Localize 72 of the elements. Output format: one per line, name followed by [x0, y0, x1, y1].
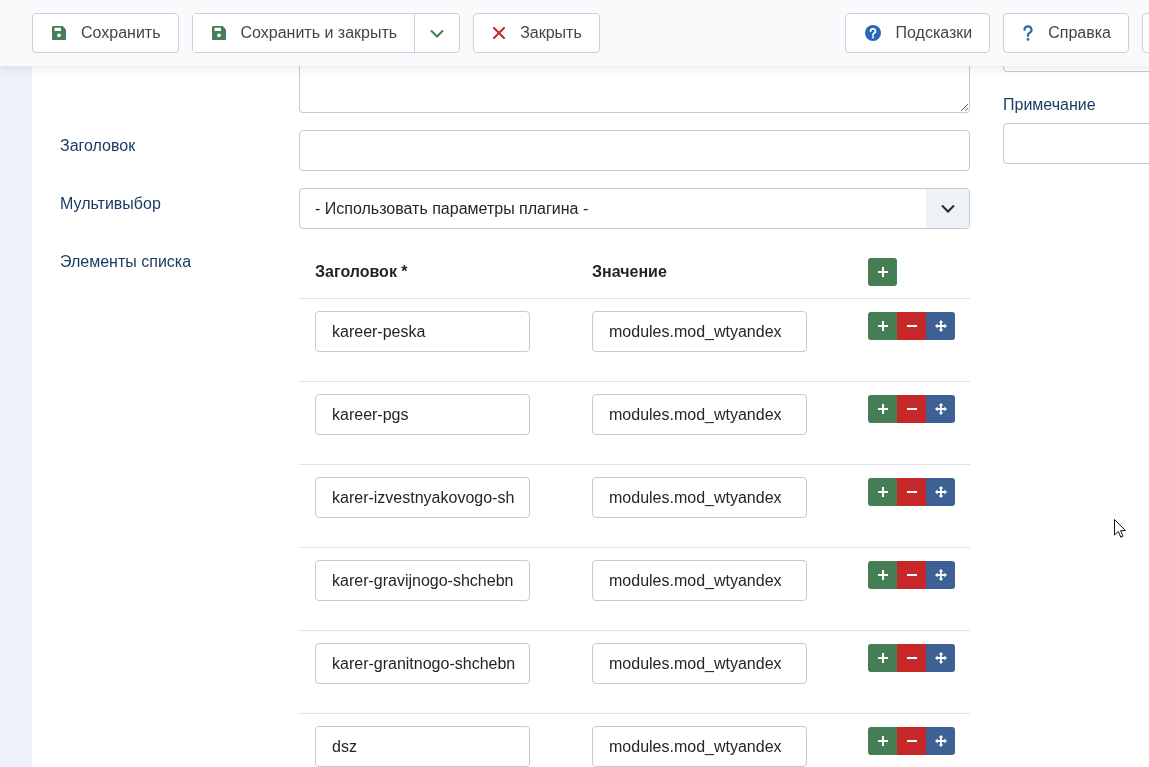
move-row-button[interactable] [926, 561, 955, 589]
toolbar-button[interactable]: Сохранить и закрыть [192, 14, 416, 52]
plus-icon [877, 267, 888, 277]
field-label: Элементы списка [60, 252, 192, 272]
plus-icon [877, 653, 888, 663]
value-input[interactable]: modules.mod_wtyandex [592, 726, 807, 767]
question-icon [1023, 25, 1034, 41]
plus-icon [877, 321, 888, 331]
minus-icon [906, 657, 917, 659]
plus-icon [877, 487, 888, 497]
textarea-field[interactable] [299, 66, 970, 113]
select-field[interactable]: - Использовать параметры плагина - [299, 188, 970, 229]
title-input[interactable]: karer-izvestnyakovogo-sh [315, 477, 530, 518]
move-icon [934, 320, 947, 332]
toolbar-button[interactable]: Сохранить [32, 13, 179, 53]
plus-icon [877, 404, 888, 414]
add-row-button[interactable] [868, 478, 897, 506]
title-input[interactable]: dsz [315, 726, 530, 767]
field-label: Примечание [1003, 95, 1096, 115]
add-row-button[interactable] [868, 727, 897, 755]
add-row-button[interactable] [868, 561, 897, 589]
title-input[interactable]: karer-gravijnogo-shchebn [315, 560, 530, 601]
column-header: Заголовок * [315, 263, 408, 280]
text-field[interactable] [299, 130, 970, 171]
toolbar-button[interactable]: Подсказки [844, 13, 991, 53]
minus-icon [906, 574, 917, 576]
move-row-button[interactable] [926, 644, 955, 672]
add-row-button[interactable] [868, 258, 897, 286]
minus-icon [906, 740, 917, 742]
remove-row-button[interactable] [897, 644, 926, 672]
help-circle-icon [864, 25, 881, 41]
minus-icon [906, 325, 917, 327]
toolbar-button[interactable]: Справка [1003, 13, 1129, 53]
field-label: Заголовок [60, 136, 136, 156]
plus-icon [877, 736, 888, 746]
minus-icon [906, 408, 917, 410]
move-icon [934, 652, 947, 664]
value-input[interactable]: modules.mod_wtyandex [592, 477, 807, 518]
value-input[interactable]: modules.mod_wtyandex [592, 643, 807, 684]
move-row-button[interactable] [926, 478, 955, 506]
move-icon [934, 735, 947, 747]
save-icon [211, 26, 226, 40]
chevron-down-icon [940, 204, 955, 213]
title-input[interactable]: karer-granitnogo-shchebn [315, 643, 530, 684]
minus-icon [906, 491, 917, 493]
title-input[interactable]: kareer-peska [315, 311, 530, 352]
remove-row-button[interactable] [897, 727, 926, 755]
remove-row-button[interactable] [897, 561, 926, 589]
column-header: Значение [592, 263, 667, 280]
value-input[interactable]: modules.mod_wtyandex [592, 560, 807, 601]
move-row-button[interactable] [926, 312, 955, 340]
field-label: Мультивыбор [60, 194, 161, 214]
add-row-button[interactable] [868, 312, 897, 340]
add-row-button[interactable] [868, 395, 897, 423]
move-icon [934, 486, 947, 498]
add-row-button[interactable] [868, 644, 897, 672]
move-row-button[interactable] [926, 395, 955, 423]
plus-icon [877, 570, 888, 580]
value-input[interactable]: modules.mod_wtyandex [592, 311, 807, 352]
title-input[interactable]: kareer-pgs [315, 394, 530, 435]
value-input[interactable]: modules.mod_wtyandex [592, 394, 807, 435]
mouse-cursor-icon [1114, 519, 1126, 538]
toolbar-button[interactable]: Закрыть [473, 13, 600, 53]
remove-row-button[interactable] [897, 478, 926, 506]
chevron-down-icon [430, 28, 445, 38]
close-icon [493, 27, 506, 39]
save-icon [52, 26, 66, 40]
remove-row-button[interactable] [897, 395, 926, 423]
move-row-button[interactable] [926, 727, 955, 755]
remove-row-button[interactable] [897, 312, 926, 340]
move-icon [934, 569, 947, 581]
move-icon [934, 403, 947, 415]
